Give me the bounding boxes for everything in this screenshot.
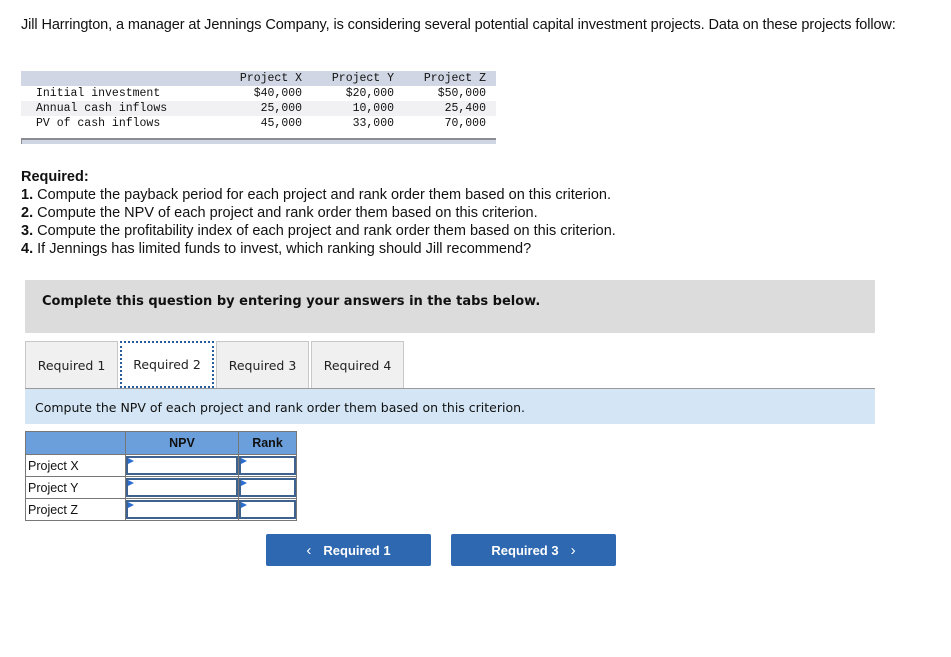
cell-value: $50,000: [437, 87, 486, 100]
header-empty: [25, 431, 126, 455]
header-rank: Rank: [238, 431, 297, 455]
data-table-header: Project X Project Y Project Z: [21, 71, 496, 86]
banner-text: Complete this question by entering your …: [42, 294, 541, 309]
tab-required-4[interactable]: Required 4: [311, 341, 404, 388]
row-label: PV of cash inflows: [36, 117, 161, 130]
item-text: Compute the NPV of each project and rank…: [33, 205, 538, 221]
item-text: If Jennings has limited funds to invest,…: [33, 241, 532, 257]
next-required-3-button[interactable]: Required 3 ›: [451, 534, 616, 566]
tab-required-1[interactable]: Required 1: [25, 341, 118, 388]
table-row: Annual cash inflows 25,000 10,000 25,400: [21, 101, 496, 116]
header-project-z: Project Z: [404, 71, 496, 86]
rank-input-project-z[interactable]: [241, 502, 298, 519]
item-number: 2.: [21, 205, 34, 221]
instruction-text: Compute the NPV of each project and rank…: [35, 400, 526, 415]
item-number: 1.: [21, 187, 34, 203]
answer-header-row: NPV Rank: [25, 431, 297, 455]
prev-button-label: Required 1: [323, 542, 391, 558]
tab-required-3[interactable]: Required 3: [216, 341, 309, 388]
next-button-label: Required 3: [491, 542, 559, 558]
required-item: 1. Compute the payback period for each p…: [21, 186, 616, 204]
rank-input-project-y[interactable]: [241, 480, 298, 497]
header-project-y: Project Y: [312, 71, 405, 86]
instructions-banner: Complete this question by entering your …: [25, 280, 875, 333]
cell-value: 33,000: [352, 117, 395, 130]
rank-input-project-x[interactable]: [241, 458, 298, 475]
required-item: 4. If Jennings has limited funds to inve…: [21, 240, 616, 258]
item-number: 4.: [21, 241, 34, 257]
row-label: Project Y: [25, 476, 126, 499]
cell-value: 25,400: [404, 101, 496, 116]
row-label: Project X: [25, 454, 126, 477]
table-row: Project Y: [25, 476, 298, 499]
cell-value: 70,000: [444, 117, 486, 130]
row-label: Project Z: [25, 498, 126, 521]
cell-value: 45,000: [260, 117, 303, 130]
cell-value: $40,000: [253, 87, 303, 100]
npv-input-project-y[interactable]: [128, 480, 240, 497]
required-item: 2. Compute the NPV of each project and r…: [21, 204, 616, 222]
table-footer-bar: [21, 138, 496, 144]
cell-value: 25,000: [220, 101, 313, 116]
item-text: Compute the profitability index of each …: [33, 223, 616, 239]
prev-required-1-button[interactable]: ‹ Required 1: [266, 534, 431, 566]
chevron-left-icon: ‹: [306, 541, 312, 559]
project-data-table: Project X Project Y Project Z Initial in…: [21, 71, 496, 131]
required-item: 3. Compute the profitability index of ea…: [21, 222, 616, 240]
header-npv: NPV: [125, 431, 239, 455]
problem-intro: Jill Harrington, a manager at Jennings C…: [21, 17, 896, 33]
npv-input-project-x[interactable]: [128, 458, 240, 475]
table-row: Project Z: [25, 498, 298, 521]
required-heading: Required:: [21, 169, 89, 185]
chevron-right-icon: ›: [570, 541, 576, 559]
row-label: Initial investment: [36, 87, 161, 100]
table-row: Initial investment $40,000 $20,000 $50,0…: [21, 86, 496, 101]
table-row: Project X: [25, 454, 298, 477]
npv-input-project-z[interactable]: [128, 502, 240, 519]
tab-required-2[interactable]: Required 2: [120, 341, 214, 388]
answer-table: NPV Rank Project X Project Y Project Z: [25, 431, 298, 521]
cell-value: $20,000: [345, 87, 395, 100]
item-number: 3.: [21, 223, 34, 239]
header-project-x: Project X: [220, 71, 313, 86]
header-empty: [21, 71, 221, 86]
required-section: Required: 1. Compute the payback period …: [21, 168, 616, 258]
table-row: PV of cash inflows 45,000 33,000 70,000: [21, 116, 496, 131]
tab-instruction: Compute the NPV of each project and rank…: [25, 389, 875, 424]
cell-value: 10,000: [312, 101, 405, 116]
row-label: Annual cash inflows: [21, 101, 221, 116]
item-text: Compute the payback period for each proj…: [33, 187, 611, 203]
tab-bar: Required 1 Required 2 Required 3 Require…: [25, 341, 406, 389]
